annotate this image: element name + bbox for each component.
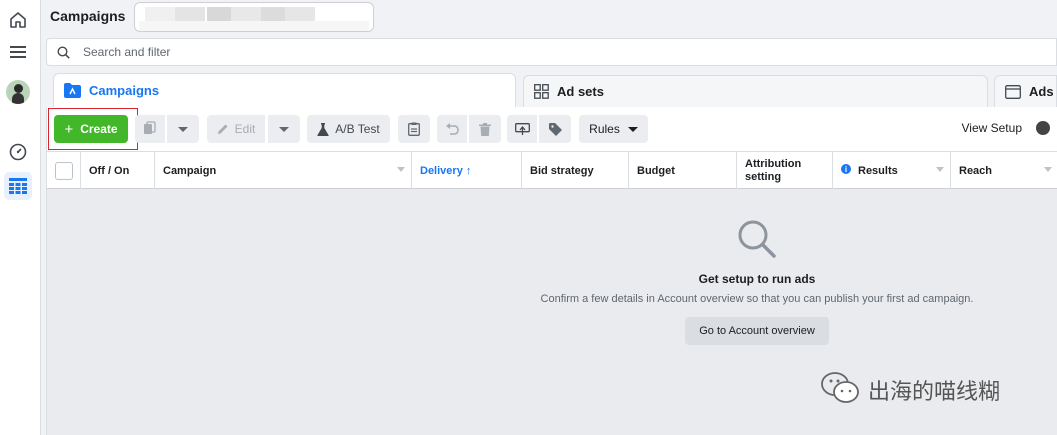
sort-caret-icon: [936, 167, 944, 172]
view-setup-toggle[interactable]: [1036, 121, 1050, 135]
search-bar[interactable]: [46, 38, 1057, 66]
export-button[interactable]: [507, 115, 537, 143]
wechat-icon: [820, 370, 860, 410]
tab-campaigns-label: Campaigns: [89, 83, 160, 98]
column-off-on[interactable]: Off / On: [81, 152, 155, 189]
tab-ad-sets-label: Ad sets: [557, 84, 604, 99]
column-bid-strategy[interactable]: Bid strategy: [522, 152, 629, 189]
dashboard-gauge-icon[interactable]: [4, 138, 32, 166]
edit-dropdown[interactable]: [268, 115, 300, 143]
folder-icon: [64, 83, 81, 98]
ab-test-button[interactable]: A/B Test: [307, 115, 390, 143]
duplicate-button[interactable]: [135, 115, 165, 143]
tab-campaigns[interactable]: Campaigns: [53, 73, 516, 107]
column-delivery[interactable]: Delivery ↑: [412, 152, 522, 189]
flask-icon: [317, 122, 329, 136]
grid-icon: [534, 84, 549, 99]
select-all-checkbox[interactable]: [55, 161, 73, 180]
sort-caret-icon: [397, 167, 405, 172]
search-icon: [57, 45, 71, 59]
caret-down-icon: [178, 126, 188, 132]
left-rail: [0, 0, 41, 435]
pencil-icon: [217, 123, 229, 135]
table-header: Off / On Campaign Delivery ↑ Bid strateg…: [47, 151, 1057, 189]
trash-icon: [479, 122, 491, 136]
search-input[interactable]: [83, 45, 583, 59]
sort-caret-icon: [1044, 167, 1052, 172]
clipboard-button[interactable]: [398, 115, 430, 143]
rules-dropdown[interactable]: Rules: [579, 115, 648, 143]
ads-manager-table-icon[interactable]: [4, 172, 32, 200]
ad-frame-icon: [1005, 84, 1021, 99]
empty-state-subtitle: Confirm a few details in Account overvie…: [540, 293, 974, 305]
tag-button[interactable]: [539, 115, 571, 143]
empty-state-title: Get setup to run ads: [698, 272, 816, 286]
home-icon[interactable]: [4, 6, 32, 34]
magnifier-icon: [737, 219, 777, 262]
column-campaign[interactable]: Campaign: [155, 152, 412, 189]
duplicate-icon: [143, 120, 157, 138]
go-to-account-overview-button[interactable]: Go to Account overview: [685, 317, 829, 345]
undo-button[interactable]: [437, 115, 467, 143]
column-budget[interactable]: Budget: [629, 152, 737, 189]
duplicate-dropdown[interactable]: [167, 115, 199, 143]
menu-icon[interactable]: [4, 38, 32, 66]
column-attribution-setting[interactable]: Attribution setting: [737, 152, 833, 189]
plus-icon: +: [64, 120, 74, 138]
tag-icon: [548, 122, 562, 136]
page-title: Campaigns: [50, 8, 126, 24]
info-icon: i: [841, 164, 851, 174]
view-setup[interactable]: View Setup: [962, 121, 1050, 135]
edit-button[interactable]: Edit: [207, 115, 265, 143]
column-reach[interactable]: Reach: [951, 152, 1057, 189]
caret-down-icon: [627, 126, 638, 132]
tab-ads[interactable]: Ads: [994, 75, 1057, 107]
tab-ads-label: Ads: [1029, 84, 1054, 99]
select-all-cell: [47, 152, 81, 189]
toolbar: + Create Edit A/B Test Rules View Setup: [47, 107, 1057, 151]
account-selector[interactable]: [134, 2, 374, 32]
undo-icon: [445, 122, 459, 136]
clipboard-icon: [408, 122, 420, 136]
watermark: 出海的喵线糊: [820, 370, 1000, 410]
caret-down-icon: [279, 126, 289, 132]
export-icon: [514, 122, 530, 136]
column-results[interactable]: i Results: [833, 152, 951, 189]
delete-button[interactable]: [469, 115, 501, 143]
avatar[interactable]: [6, 80, 30, 104]
tab-ad-sets[interactable]: Ad sets: [523, 75, 988, 107]
create-button[interactable]: + Create: [54, 115, 128, 143]
